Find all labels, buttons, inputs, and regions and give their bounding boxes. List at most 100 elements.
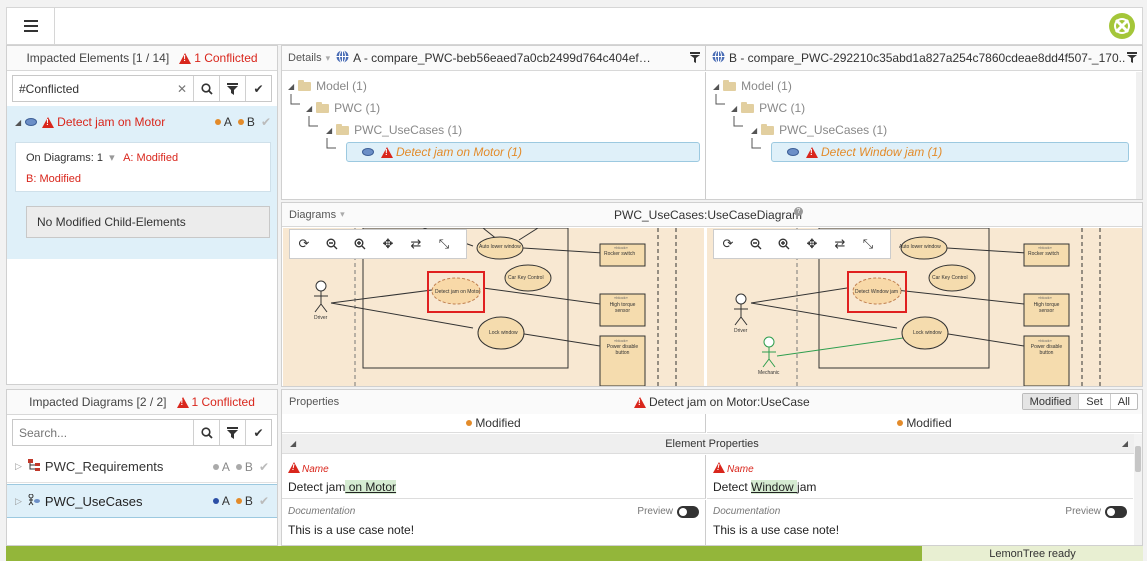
pan-icon[interactable]: ✥ <box>798 230 826 258</box>
conflict-warning-icon <box>288 462 300 473</box>
tree-node-usecases[interactable]: ◢ PWC_UseCases (1) <box>326 120 462 140</box>
impacted-elements-header: Impacted Elements [1 / 14] 1 Conflicted <box>7 46 277 71</box>
zoom-out-icon[interactable] <box>318 230 346 258</box>
refresh-icon[interactable]: ⟳ <box>714 230 742 258</box>
checkmark-icon[interactable]: ✔ <box>245 76 271 101</box>
zoom-in-icon[interactable] <box>770 230 798 258</box>
details-label: Details <box>288 52 322 64</box>
swap-icon[interactable]: ⇄ <box>402 230 430 258</box>
b-modified-dot-icon <box>237 119 244 125</box>
element-properties-section[interactable]: ◢ Element Properties ◢ <box>282 434 1142 454</box>
filter-all-button[interactable]: All <box>1109 394 1137 409</box>
expand-triangle-icon[interactable]: ◢ <box>306 104 312 113</box>
a-name-cell: Name Detect jam on Motor <box>282 455 706 499</box>
diagram-b-canvas[interactable]: Auto lower window Car Key Control Detect… <box>707 228 1142 386</box>
tree-node-pwc[interactable]: ◢ PWC (1) <box>731 98 805 118</box>
details-b-tree: ◢ Model (1) ◢ PWC (1) ◢ PWC_UseCases (1) De… <box>707 72 1142 199</box>
dropdown-chevron-icon[interactable]: ▾ <box>340 209 345 220</box>
fit-screen-icon[interactable]: ⤡ <box>854 230 882 258</box>
fit-screen-icon[interactable]: ⤡ <box>430 230 458 258</box>
expand-triangle-icon[interactable]: ▷ <box>15 496 22 507</box>
tree-node-model[interactable]: ◢ Model (1) <box>713 76 792 96</box>
expand-triangle-icon[interactable]: ◢ <box>326 126 332 135</box>
pan-icon[interactable]: ✥ <box>374 230 402 258</box>
accept-check-icon[interactable]: ✔ <box>261 115 271 129</box>
lemontree-logo-icon[interactable] <box>1108 12 1136 40</box>
block-stereotype: «block» <box>614 295 628 300</box>
element-search-bar: ✕ ✔ <box>12 75 272 102</box>
expand-triangle-icon[interactable]: ▷ <box>15 461 22 472</box>
zoom-in-icon[interactable] <box>346 230 374 258</box>
diagram-search-input[interactable] <box>13 420 193 445</box>
clear-search-icon[interactable]: ✕ <box>171 76 193 101</box>
checkmark-icon[interactable]: ✔ <box>245 420 271 445</box>
expand-triangle-icon[interactable]: ◢ <box>713 82 719 91</box>
diagrams-panel: Diagrams ▾ PWC_UseCases:UseCaseDiagram ? <box>281 202 1143 387</box>
block-stereotype: «block» <box>1038 295 1052 300</box>
swap-icon[interactable]: ⇄ <box>826 230 854 258</box>
a-name-highlight: on Motor <box>345 480 397 494</box>
refresh-icon[interactable]: ⟳ <box>290 230 318 258</box>
folder-icon <box>761 123 775 135</box>
tree-node-label: PWC_UseCases (1) <box>354 123 463 137</box>
details-a-tree: ◢ Model (1) ◢ PWC (1) ◢ PWC_UseCases (1) De… <box>282 72 706 199</box>
diagram-row[interactable]: ▷ PWC_Requirements A B ✔ <box>7 451 277 483</box>
b-name-cell: Name Detect Window jam <box>707 455 1133 499</box>
tree-node-model[interactable]: ◢ Model (1) <box>288 76 367 96</box>
usecase-detect-jam: Detect jam on Motor <box>435 289 481 295</box>
collapse-triangle-icon[interactable]: ◢ <box>290 439 296 448</box>
tree-node-pwc[interactable]: ◢ PWC (1) <box>306 98 380 118</box>
usecase-icon <box>25 118 38 126</box>
tree-node-usecases[interactable]: ◢ PWC_UseCases (1) <box>751 120 887 140</box>
block-high-torque-sensor: High torque sensor <box>609 302 636 314</box>
properties-title-group: Detect jam on Motor:UseCase <box>634 395 810 409</box>
scrollbar[interactable] <box>1134 434 1142 545</box>
scrollbar-thumb[interactable] <box>1135 446 1141 472</box>
diagram-row-label: PWC_Requirements <box>44 459 164 474</box>
status-text: LemonTree ready <box>922 546 1143 561</box>
zoom-out-icon[interactable] <box>742 230 770 258</box>
search-icon[interactable] <box>193 420 219 445</box>
tree-node-usecase[interactable]: Detect Window jam (1) <box>783 142 942 162</box>
search-icon[interactable] <box>193 76 219 101</box>
filter-modified-button[interactable]: Modified <box>1022 394 1079 409</box>
dropdown-chevron-icon[interactable]: ▾ <box>109 152 115 164</box>
model-a-title: A - compare_PWC-beb56eaed7a0cb2499d764c4… <box>353 51 651 65</box>
actor-driver: Driver <box>734 328 748 334</box>
expand-triangle-icon[interactable]: ◢ <box>288 82 294 91</box>
expand-triangle-icon[interactable]: ◢ <box>731 104 737 113</box>
collapse-triangle-icon[interactable]: ◢ <box>1122 439 1128 448</box>
filter-icon[interactable] <box>219 76 245 101</box>
element-search-input[interactable] <box>13 76 171 101</box>
accept-check-icon[interactable]: ✔ <box>259 460 269 474</box>
expand-triangle-icon[interactable]: ◢ <box>751 126 757 135</box>
filter-set-button[interactable]: Set <box>1078 394 1110 409</box>
impacted-element-item[interactable]: ◢ Detect jam on Motor A B ✔ <box>15 112 271 132</box>
no-child-elements-box: No Modified Child-Elements <box>26 206 270 238</box>
usecase-detect-window-jam: Detect Window jam <box>855 289 899 295</box>
diagram-row-label: PWC_UseCases <box>44 493 143 509</box>
info-icon[interactable]: ? <box>794 207 803 216</box>
expand-triangle-icon[interactable]: ◢ <box>15 118 21 127</box>
filter-icon[interactable] <box>690 52 700 66</box>
scrollbar[interactable] <box>1136 72 1142 199</box>
properties-label: Properties <box>289 396 340 408</box>
hamburger-icon[interactable] <box>7 8 55 44</box>
preview-toggle[interactable] <box>677 506 699 518</box>
b-name-highlight: Window <box>751 480 798 494</box>
usecase-car-key-control: Car Key Control <box>508 275 544 281</box>
tree-node-usecase[interactable]: Detect jam on Motor (1) <box>358 142 522 162</box>
filter-icon[interactable] <box>1127 52 1137 66</box>
accept-check-icon[interactable]: ✔ <box>259 494 269 508</box>
name-label: Name <box>727 464 754 475</box>
documentation-label: Documentation <box>288 506 356 517</box>
conflict-warning-icon <box>634 396 646 408</box>
diagram-a-canvas[interactable]: Auto lower window Car Key Control Detect… <box>283 228 704 386</box>
block-rocker-switch: Rocker switch <box>604 251 636 257</box>
diagram-row-selected[interactable]: ▷ PWC_UseCases A B ✔ <box>7 484 277 518</box>
filter-icon[interactable] <box>219 420 245 445</box>
dropdown-chevron-icon[interactable]: ▾ <box>326 53 331 64</box>
details-b-header: B - compare_PWC-292210c35abd1a827a254c78… <box>706 46 1142 71</box>
preview-toggle[interactable] <box>1105 506 1127 518</box>
selected-element-area: ◢ Detect jam on Motor A B ✔ On Diagrams:… <box>7 106 277 259</box>
